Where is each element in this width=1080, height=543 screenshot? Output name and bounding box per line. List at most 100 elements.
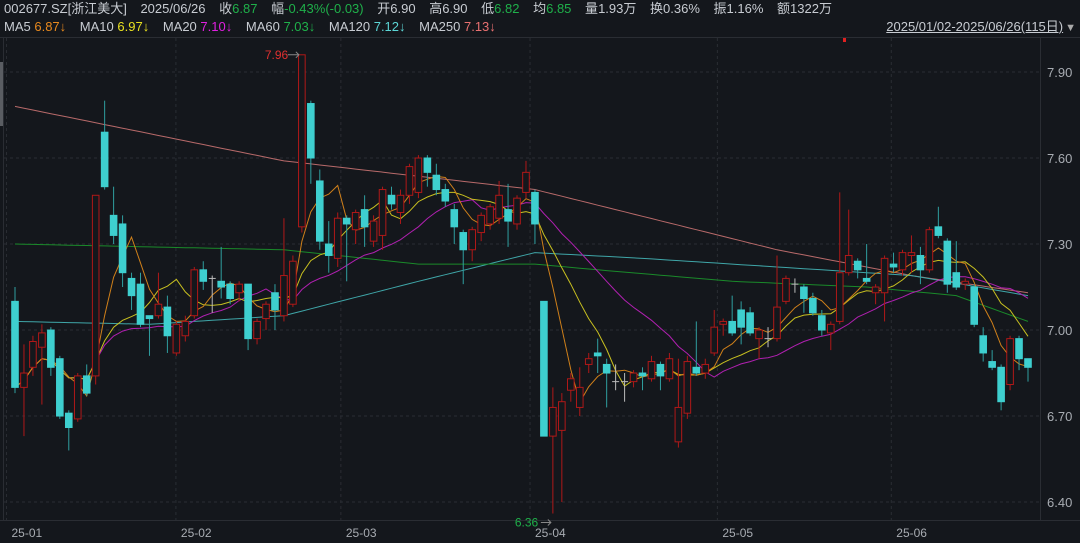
candle [853,258,862,279]
candle [423,155,432,187]
candle [351,209,360,245]
candle [118,215,127,288]
candle [746,307,754,336]
candle [11,287,19,394]
ma250-line [14,105,1029,294]
candle-body [916,254,925,271]
candle-body [298,54,306,228]
candle-body [602,363,611,374]
candle-body [280,275,288,317]
candle-body [979,335,987,354]
candle [432,163,441,196]
candle-body [109,214,118,236]
candle-body [432,174,441,191]
candle [540,300,548,437]
candle [324,221,333,273]
candle [181,315,190,342]
candle [504,183,512,247]
candle-body [728,320,736,334]
candle-body [862,277,871,282]
candle-body [683,361,692,414]
candle-body [11,300,19,388]
candle-body [531,191,539,225]
candle [441,183,450,207]
candle [925,226,934,273]
candle [800,284,808,313]
candle-body [773,306,781,340]
candle [109,186,118,245]
candle-body [468,229,476,251]
candle-body [360,209,369,228]
candle [612,364,620,391]
candle-body [73,375,82,420]
candle [127,272,136,310]
candle-body [692,366,701,374]
y-tick-label: 7.90 [1047,65,1072,80]
candle [262,301,270,331]
candle [280,218,288,322]
candle [791,278,799,293]
candle [665,352,674,382]
candle [1024,358,1032,382]
candle [414,155,423,199]
candle [764,327,772,348]
candle [145,315,154,356]
candle [82,364,91,396]
candle-body [199,269,208,282]
candle [396,189,405,224]
candle [862,244,871,285]
candle-body [190,269,199,317]
candle-body [647,361,656,380]
candle-body [719,320,728,325]
candle [73,373,82,422]
candle [495,180,503,224]
candle-body [163,306,172,337]
candle-body [82,375,91,394]
candle-body [172,323,181,354]
candle-body [952,272,961,288]
candle-body [154,303,163,317]
candle-body [324,243,333,256]
candle [271,284,279,331]
candle [369,215,378,247]
candle-body [289,260,297,305]
candle-body [307,103,315,159]
candle-body [710,326,719,354]
candle-body [181,320,190,337]
candle-body [118,223,127,274]
candle-body [405,166,414,196]
candle-body [56,358,64,417]
candle-body [656,363,665,377]
candle [244,283,252,351]
candle [1006,335,1014,391]
candle [154,272,163,319]
candle-body [943,240,952,285]
candle [575,367,584,417]
candle-body [889,263,898,268]
candle-body [701,363,710,374]
candle [459,229,468,285]
candle [674,358,683,448]
candle [47,327,55,376]
candle-body [64,412,73,429]
candle [701,358,710,379]
candle-body [907,252,916,256]
candle-body [925,229,934,271]
candle [952,241,961,290]
candlestick-chart[interactable]: 7.90 7.60 7.30 7.00 6.70 6.40 25-01 25-02 25-03 2… [0,0,1080,543]
candle [468,226,476,262]
candle-body [567,378,575,391]
candle-body [244,283,252,340]
candle-body [835,272,844,322]
candle-body [818,315,826,331]
candle [360,195,369,247]
candle [450,203,459,245]
candle [710,309,719,356]
candle [880,255,889,322]
candle [522,160,530,199]
candle-body [584,358,593,365]
candle [737,301,745,345]
candle [199,261,208,290]
y-tick-label: 6.70 [1047,409,1072,424]
candle [333,212,342,267]
